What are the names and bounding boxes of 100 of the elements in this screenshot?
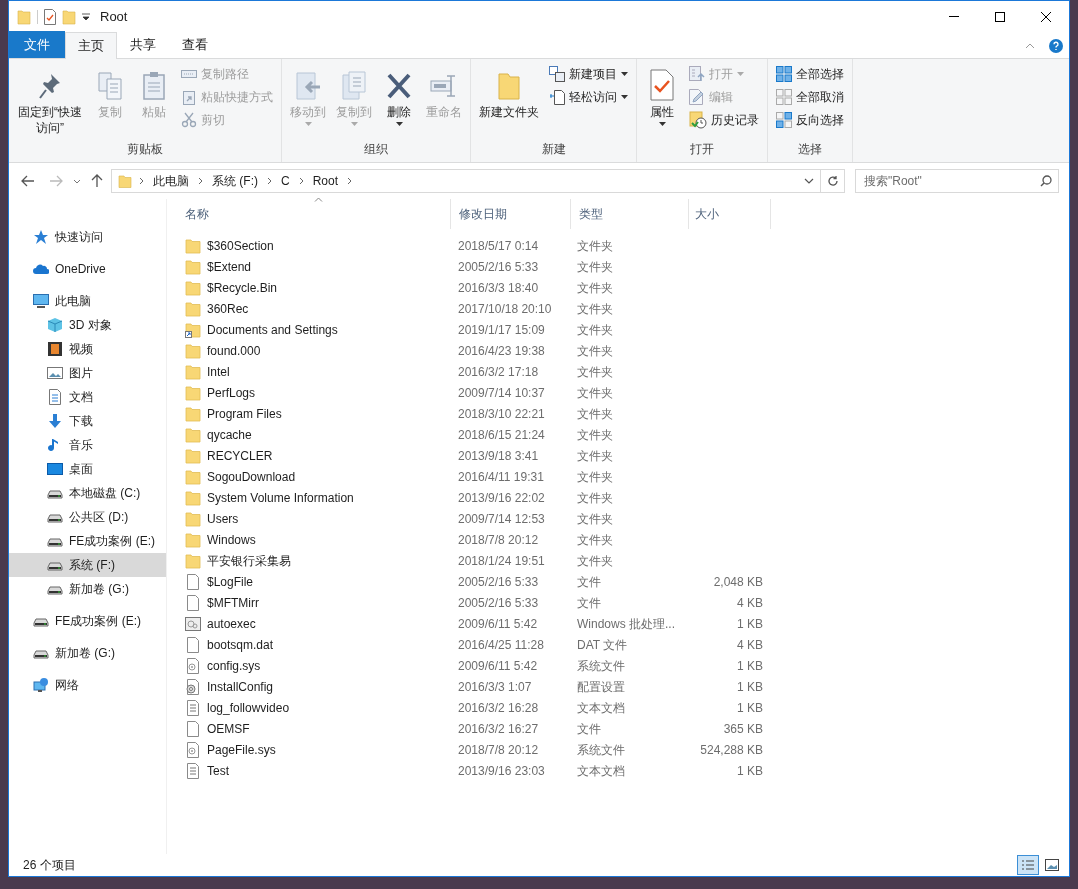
- folder-icon: [185, 384, 201, 401]
- sidebar-item[interactable]: 公共区 (D:): [9, 505, 166, 529]
- group-label: 选择: [797, 141, 823, 158]
- file-name[interactable]: Program Files: [207, 404, 282, 423]
- column-header[interactable]: 名称: [177, 199, 451, 229]
- sidebar-item[interactable]: 下载: [9, 409, 166, 433]
- ribbon-button[interactable]: 反向选择: [774, 109, 846, 131]
- file-name[interactable]: $MFTMirr: [207, 593, 259, 612]
- ribbon-tab[interactable]: 主页: [65, 32, 117, 59]
- sidebar-item[interactable]: 快速访问: [9, 225, 166, 249]
- ribbon-tab[interactable]: 查看: [169, 31, 221, 58]
- folder-icon: [185, 279, 201, 296]
- file-name[interactable]: $Recycle.Bin: [207, 278, 278, 297]
- dropdown-icon[interactable]: [804, 178, 814, 184]
- search-field[interactable]: 搜索"Root": [855, 169, 1059, 193]
- breadcrumb[interactable]: C: [279, 172, 292, 190]
- sidebar-item[interactable]: 文档: [9, 385, 166, 409]
- file-name[interactable]: PageFile.sys: [207, 740, 276, 759]
- file-name[interactable]: Test: [207, 761, 229, 780]
- ribbon-button[interactable]: 全部取消: [774, 86, 846, 108]
- ribbon-button[interactable]: 新建项目: [547, 63, 630, 85]
- file-name[interactable]: System Volume Information: [207, 488, 354, 507]
- sidebar-item[interactable]: 桌面: [9, 457, 166, 481]
- sidebar-item[interactable]: FE成功案例 (E:): [9, 609, 166, 633]
- help-icon[interactable]: [1049, 39, 1063, 53]
- collapse-ribbon-icon[interactable]: [1025, 43, 1035, 49]
- ribbon-button[interactable]: 轻松访问: [547, 86, 630, 108]
- chevron-icon[interactable]: [298, 177, 304, 185]
- sidebar-item[interactable]: FE成功案例 (E:): [9, 529, 166, 553]
- type-cell: DAT 文件: [577, 637, 628, 652]
- file-name[interactable]: PerfLogs: [207, 383, 256, 402]
- type-cell: 文件夹: [577, 427, 613, 442]
- sidebar-item[interactable]: 3D 对象: [9, 313, 166, 337]
- date-cell: 2016/4/25 11:28: [458, 637, 544, 652]
- sidebar-item[interactable]: 网络: [9, 673, 166, 697]
- sidebar-item[interactable]: 图片: [9, 361, 166, 385]
- file-name[interactable]: SogouDownload: [207, 467, 296, 486]
- window-title: Root: [100, 7, 128, 26]
- column-header[interactable]: 修改日期: [451, 199, 571, 229]
- dropdown-icon[interactable]: [82, 12, 90, 21]
- breadcrumb[interactable]: 系统 (F:): [210, 172, 260, 190]
- sidebar-item[interactable]: 新加卷 (G:): [9, 577, 166, 601]
- batch-file-icon: [185, 615, 201, 632]
- text-file-icon: [185, 762, 201, 779]
- checklist-icon[interactable]: [44, 8, 56, 25]
- file-name[interactable]: qycache: [207, 425, 252, 444]
- file-name[interactable]: $360Section: [207, 236, 274, 255]
- size-cell-text: 1 KB: [737, 699, 763, 717]
- column-header[interactable]: 类型: [571, 199, 689, 229]
- delete-icon: [386, 71, 412, 101]
- type-cell: 文件夹: [577, 322, 613, 337]
- address-bar[interactable]: 此电脑 系统 (F:) C Root: [111, 169, 821, 193]
- type-cell: 文件夹: [577, 301, 613, 316]
- breadcrumb[interactable]: Root: [310, 172, 341, 190]
- breadcrumb[interactable]: 此电脑: [151, 172, 191, 190]
- file-name[interactable]: Intel: [207, 362, 230, 381]
- sidebar-item[interactable]: OneDrive: [9, 257, 166, 281]
- file-name[interactable]: $LogFile: [207, 572, 254, 591]
- sidebar-item[interactable]: 此电脑: [9, 289, 166, 313]
- ribbon-button[interactable]: 全部选择: [774, 63, 846, 85]
- file-name[interactable]: 平安银行采集易: [207, 551, 291, 570]
- file-name[interactable]: $Extend: [207, 257, 252, 276]
- file-name[interactable]: OEMSF: [207, 719, 250, 738]
- group-label: 新建: [540, 141, 567, 158]
- up-icon[interactable]: [91, 174, 103, 188]
- back-icon[interactable]: [21, 175, 35, 187]
- sidebar-item[interactable]: 新加卷 (G:): [9, 641, 166, 665]
- sidebar-item[interactable]: 系统 (F:): [9, 553, 166, 577]
- file-tab[interactable]: 文件: [9, 31, 65, 58]
- chevron-icon[interactable]: [347, 177, 353, 185]
- file-name[interactable]: found.000: [207, 341, 261, 360]
- file-name[interactable]: Users: [207, 509, 239, 528]
- file-name[interactable]: Documents and Settings: [207, 320, 338, 339]
- file-name[interactable]: bootsqm.dat: [207, 635, 274, 654]
- chevron-icon[interactable]: [198, 177, 203, 185]
- chevron-icon[interactable]: [267, 177, 272, 185]
- sidebar-item[interactable]: 音乐: [9, 433, 166, 457]
- file-name[interactable]: autoexec: [207, 614, 256, 633]
- ribbon-button[interactable]: 属性: [641, 63, 683, 126]
- ribbon-button[interactable]: 历史记录: [687, 109, 761, 131]
- file-name[interactable]: config.sys: [207, 656, 261, 675]
- refresh-button[interactable]: [821, 169, 845, 193]
- caret-icon[interactable]: [73, 178, 81, 184]
- sidebar-item[interactable]: 本地磁盘 (C:): [9, 481, 166, 505]
- column-header[interactable]: 大小: [689, 199, 771, 229]
- ribbon-button[interactable]: 删除: [378, 63, 420, 126]
- type-cell: 系统文件: [577, 658, 625, 673]
- file-name[interactable]: InstallConfig: [207, 677, 274, 696]
- file-name[interactable]: log_followvideo: [207, 698, 290, 717]
- sidebar-item[interactable]: 视频: [9, 337, 166, 361]
- chevron-icon[interactable]: [139, 177, 144, 185]
- file-name[interactable]: RECYCLER: [207, 446, 273, 465]
- ribbon-tab[interactable]: 共享: [117, 31, 169, 58]
- type-cell: 文件夹: [577, 364, 613, 379]
- file-name[interactable]: Windows: [207, 530, 256, 549]
- date-cell: 2016/4/11 19:31: [458, 469, 544, 484]
- ribbon-button[interactable]: 固定到“快速访问”: [13, 63, 87, 136]
- close-icon: [1041, 11, 1051, 22]
- file-name[interactable]: 360Rec: [207, 299, 249, 318]
- ribbon-button[interactable]: 新建文件夹: [475, 63, 543, 120]
